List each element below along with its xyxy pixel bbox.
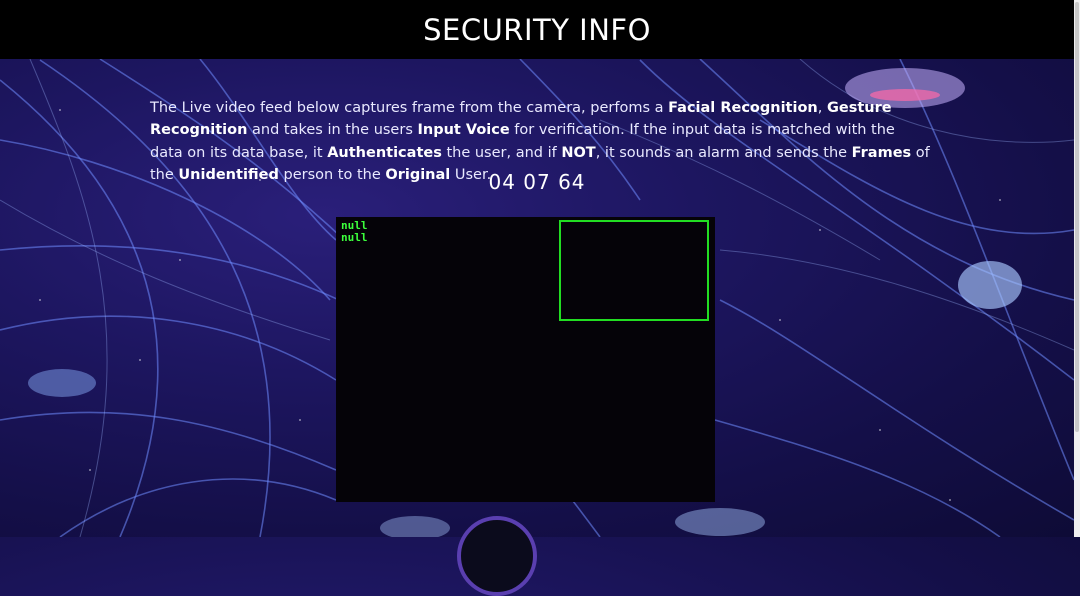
face-detection-box [559,220,709,321]
description-keyword: NOT [561,144,596,161]
recognition-status-line-2: null [341,231,368,244]
description-keyword: Authenticates [327,144,442,161]
page-header: SECURITY INFO [0,0,1074,59]
capture-button[interactable] [457,516,537,596]
session-timer: 04 07 64 [488,170,586,194]
description-text: The Live video feed below captures frame… [150,99,669,116]
description-text: and takes in the users [247,122,418,138]
description-keyword: Input Voice [417,122,510,138]
description-keyword: Frames [851,144,912,161]
description-keyword: Facial Recognition [668,99,818,116]
page-title: SECURITY INFO [423,12,651,47]
description-text: , it sounds an alarm and sends the [595,144,852,161]
description-text: the user, and if [441,144,562,161]
vertical-scrollbar[interactable] [1074,0,1080,537]
description-text: , [817,99,827,116]
live-video-feed: null null [336,217,715,502]
scrollbar-thumb[interactable] [1075,2,1079,432]
